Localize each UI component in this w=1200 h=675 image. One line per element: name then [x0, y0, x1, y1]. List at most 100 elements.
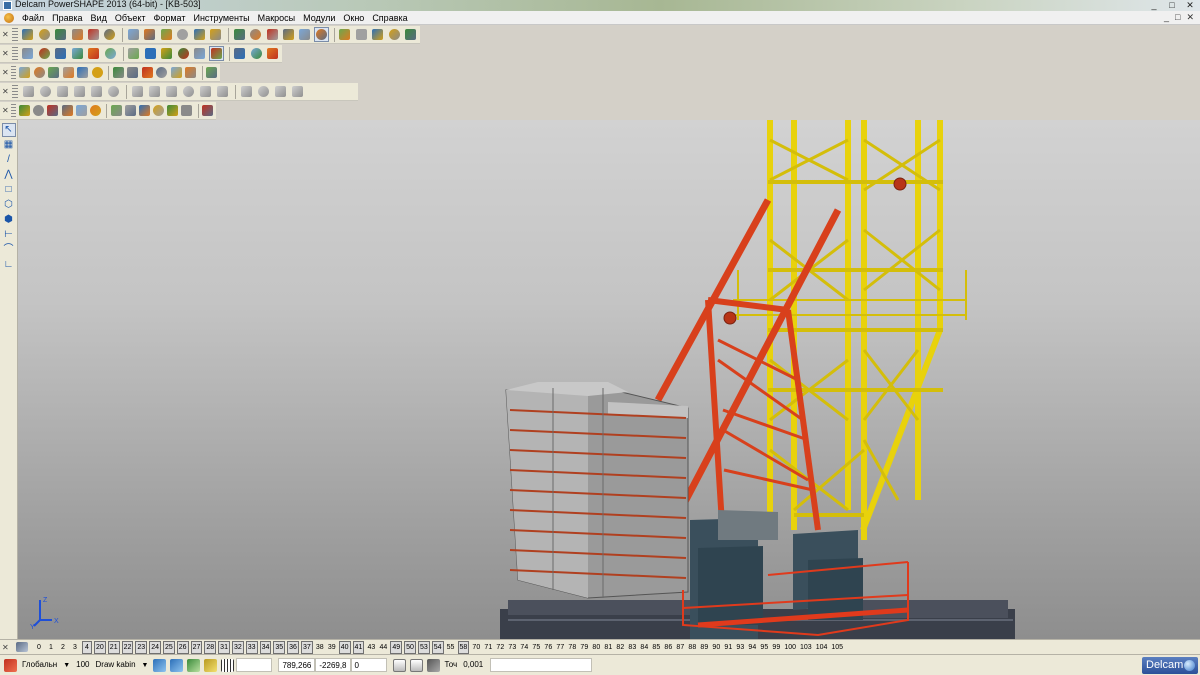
level-button[interactable]: 33 [245, 640, 258, 654]
surface-icon[interactable] [48, 65, 60, 80]
level-button[interactable]: 94 [747, 642, 757, 653]
document-icon[interactable] [4, 12, 14, 23]
level-button[interactable]: 93 [735, 642, 745, 653]
lasso-icon[interactable] [314, 27, 329, 42]
rectangle-icon[interactable]: □ [2, 183, 16, 197]
menu-format[interactable]: Формат [150, 11, 190, 25]
surface-h-icon[interactable] [147, 84, 162, 99]
surface-f-icon[interactable] [106, 84, 121, 99]
level-button[interactable]: 38 [315, 642, 325, 653]
3d-viewport[interactable]: Z X Y [18, 120, 1200, 639]
dimension-icon[interactable] [265, 27, 279, 42]
redo-icon[interactable] [232, 27, 246, 42]
level-button[interactable]: 34 [259, 640, 272, 654]
level-button[interactable]: 91 [723, 642, 733, 653]
mdi-close-button[interactable]: ✕ [1186, 12, 1194, 23]
iso-view-icon[interactable] [21, 46, 36, 61]
top-view-icon[interactable] [54, 46, 69, 61]
workplane-select[interactable]: Глобальн [19, 658, 60, 672]
calculator-icon[interactable] [392, 658, 406, 672]
cone-icon[interactable] [112, 65, 124, 80]
menu-file[interactable]: Файл [18, 11, 48, 25]
rotate-icon[interactable] [103, 46, 118, 61]
sphere-icon[interactable] [91, 65, 103, 80]
settings-icon[interactable] [387, 27, 401, 42]
command-input[interactable] [490, 658, 593, 672]
level-button[interactable]: 39 [327, 642, 337, 653]
coord-z[interactable]: 0 [350, 658, 387, 672]
level-button[interactable]: 55 [446, 642, 456, 653]
surface-g-icon[interactable] [130, 84, 145, 99]
line-icon[interactable]: / [2, 153, 16, 167]
level-button[interactable]: 50 [404, 640, 416, 654]
level-button[interactable]: 78 [567, 642, 577, 653]
close-button[interactable]: ✕ [1182, 0, 1198, 10]
dimension-icon[interactable]: ⊢ [2, 228, 16, 242]
surface-i-icon[interactable] [164, 84, 179, 99]
level-button[interactable]: 85 [651, 642, 661, 653]
chevron-down-icon[interactable]: ▼ [63, 662, 70, 669]
material-icon[interactable] [266, 46, 281, 61]
lightbulb-icon[interactable] [249, 46, 264, 61]
list-icon[interactable] [409, 658, 423, 672]
level-button[interactable]: 31 [218, 640, 230, 654]
level-button[interactable]: 74 [519, 642, 529, 653]
solid-icon[interactable]: ⬢ [2, 213, 16, 227]
level-button[interactable]: 76 [543, 642, 553, 653]
mesh-icon[interactable] [76, 65, 89, 80]
pyramid-icon[interactable] [127, 65, 139, 80]
menu-tools[interactable]: Инструменты [189, 11, 253, 25]
open-icon[interactable] [37, 27, 51, 42]
solid-a-icon[interactable] [19, 103, 31, 118]
solid-j-icon[interactable] [153, 103, 165, 118]
level-button[interactable]: 75 [531, 642, 541, 653]
level-button[interactable]: 3 [70, 642, 80, 653]
level-button[interactable]: 72 [495, 642, 505, 653]
level-button[interactable]: 35 [273, 640, 286, 654]
menu-macros[interactable]: Макросы [254, 11, 300, 25]
level-button[interactable]: 82 [615, 642, 625, 653]
solid-l-icon[interactable] [181, 103, 193, 118]
toolbar-grip[interactable] [12, 84, 18, 99]
text-icon[interactable] [338, 27, 352, 42]
copy-icon[interactable] [143, 27, 157, 42]
edit-icon[interactable] [248, 27, 262, 42]
menu-object[interactable]: Объект [111, 11, 150, 25]
menu-window[interactable]: Окно [339, 11, 368, 25]
solid-m-icon[interactable] [202, 103, 214, 118]
grid-icon[interactable] [221, 658, 235, 672]
cube-view-icon[interactable] [87, 46, 102, 61]
solid-h-icon[interactable] [124, 103, 136, 118]
level-button[interactable]: 87 [675, 642, 685, 653]
level-button[interactable]: 24 [149, 640, 161, 654]
zoom-in-icon[interactable] [127, 46, 142, 61]
minimize-button[interactable]: _ [1146, 0, 1162, 10]
box-icon[interactable] [141, 65, 153, 80]
surface-b-icon[interactable] [38, 84, 53, 99]
surface-a-icon[interactable] [21, 84, 36, 99]
solid-icon[interactable] [62, 65, 74, 80]
shaded-icon[interactable] [209, 46, 224, 61]
level-button[interactable]: 44 [378, 642, 388, 653]
level-button[interactable]: 84 [639, 642, 649, 653]
paste-icon[interactable] [159, 27, 173, 42]
menu-edit[interactable]: Правка [48, 11, 86, 25]
print-icon[interactable] [86, 27, 100, 42]
clipboard-icon[interactable] [176, 27, 190, 42]
level-button[interactable]: 83 [627, 642, 637, 653]
tools-icon[interactable] [403, 27, 417, 42]
level-button[interactable]: 71 [483, 642, 493, 653]
level-button[interactable]: 23 [135, 640, 148, 654]
tools2-icon[interactable] [206, 65, 218, 80]
surface-c-icon[interactable] [55, 84, 70, 99]
level-button[interactable]: 79 [579, 642, 589, 653]
level-button[interactable]: 90 [711, 642, 721, 653]
levels-icon[interactable] [16, 642, 28, 652]
level-button[interactable]: 73 [507, 642, 517, 653]
level-button[interactable]: 49 [390, 640, 403, 654]
surface-j-icon[interactable] [181, 84, 196, 99]
spreadsheet-icon[interactable] [19, 65, 31, 80]
mdi-minimize-button[interactable]: _ [1164, 12, 1169, 23]
level-button[interactable]: 53 [417, 640, 430, 654]
level-button[interactable]: 27 [190, 640, 203, 654]
